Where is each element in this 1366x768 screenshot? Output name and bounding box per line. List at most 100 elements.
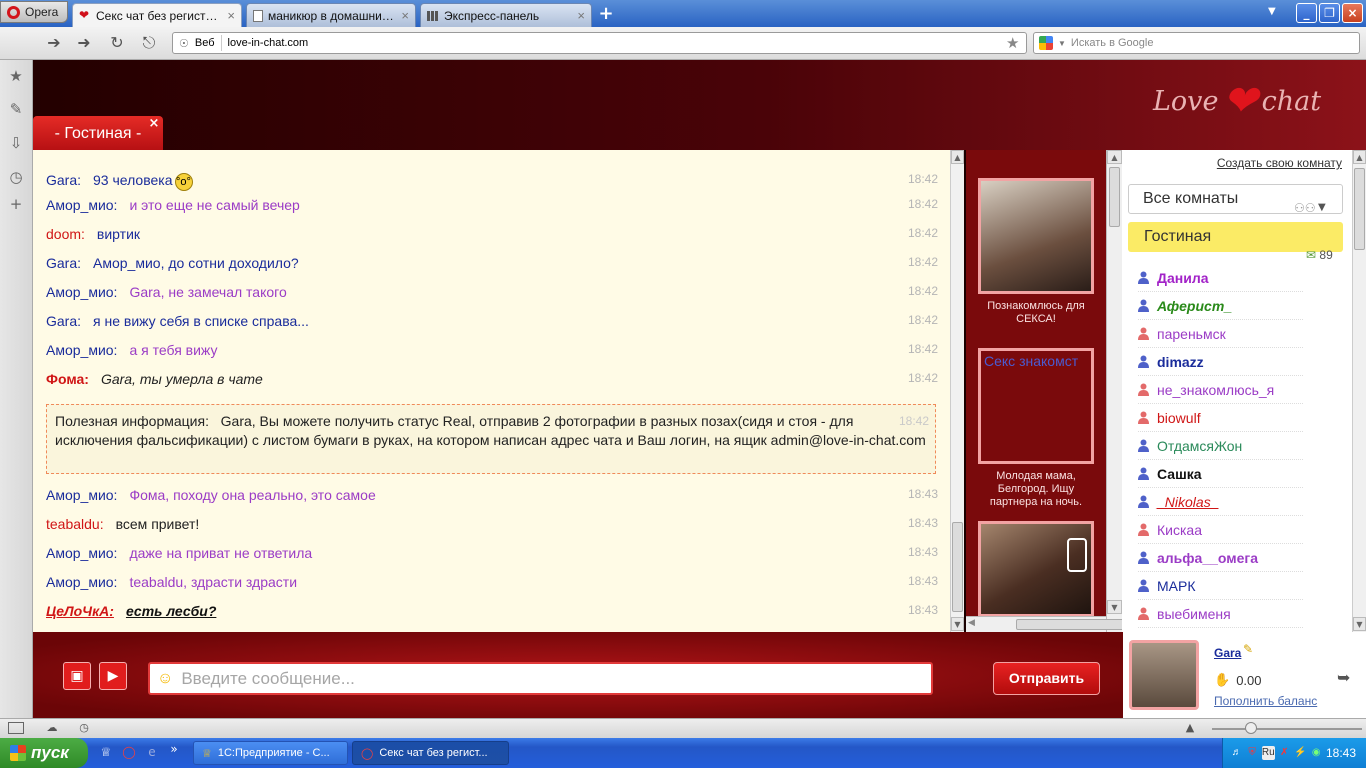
camera-photo-button[interactable]: ▣	[63, 662, 91, 690]
user-list-item[interactable]: Кискаа	[1138, 516, 1303, 544]
user-list-item[interactable]: Данила	[1138, 264, 1303, 292]
safely-remove-icon[interactable]: ⚡	[1294, 746, 1306, 760]
search-field[interactable]: ▼ Искать в Google	[1033, 32, 1360, 54]
user-name[interactable]: biowulf	[1157, 410, 1201, 426]
profile-name-link[interactable]: Gara	[1214, 646, 1241, 660]
tab-menu-chevron-icon[interactable]: ▼	[1268, 6, 1276, 17]
userlist-scroll-thumb[interactable]	[1354, 168, 1365, 250]
browser-tab[interactable]: Экспресс-панель ×	[420, 3, 592, 27]
address-field[interactable]: ☉ Веб love-in-chat.com	[172, 32, 1027, 54]
back-button[interactable]: ➔	[43, 33, 65, 53]
restore-button[interactable]: ❐	[1319, 3, 1340, 23]
video-camera-button[interactable]: ▶	[99, 662, 127, 690]
message-nick[interactable]: Амор_мио:	[46, 545, 117, 561]
scroll-up-arrow-icon[interactable]: ▲	[1107, 150, 1122, 164]
message-nick[interactable]: Амор_мио:	[46, 284, 117, 300]
ad-caption[interactable]: Познакомлюсь для СЕКСА!	[974, 300, 1098, 326]
create-room-link[interactable]: Создать свою комнату	[1217, 156, 1342, 170]
add-panel-icon[interactable]: +	[7, 195, 25, 213]
speedometer-icon[interactable]: ◷	[76, 721, 92, 735]
chevron-down-icon[interactable]: ▼	[1058, 39, 1066, 48]
quicklaunch-ie-icon[interactable]: e	[144, 745, 160, 761]
message-nick[interactable]: Gara:	[46, 255, 81, 271]
minimize-button[interactable]: _	[1296, 3, 1317, 23]
user-list-item[interactable]: МАРК	[1138, 572, 1303, 600]
user-list-item[interactable]: Сашка	[1138, 460, 1303, 488]
user-name[interactable]: не_знакомлюсь_я	[1157, 382, 1274, 398]
user-name[interactable]: Данила	[1157, 270, 1209, 286]
user-list-item[interactable]: не_знакомлюсь_я	[1138, 376, 1303, 404]
scroll-left-arrow-icon[interactable]: ◀	[968, 618, 975, 628]
new-tab-button[interactable]: +	[597, 5, 615, 23]
close-window-button[interactable]: ×	[1342, 3, 1363, 23]
message-nick[interactable]: Gara:	[46, 172, 81, 188]
avatar[interactable]	[1129, 640, 1199, 710]
quicklaunch-1c-icon[interactable]: ♕	[98, 745, 114, 761]
user-name[interactable]: Сашка	[1157, 466, 1202, 482]
user-name[interactable]: _Nikolas_	[1157, 494, 1218, 510]
message-nick[interactable]: Амор_мио:	[46, 342, 117, 358]
user-list-item[interactable]: Аферист_	[1138, 292, 1303, 320]
message-nick[interactable]: doom:	[46, 226, 85, 242]
user-name[interactable]: МАРК	[1157, 578, 1196, 594]
browser-tab[interactable]: маникюр в домашних у... ×	[246, 3, 416, 27]
chat-scroll-thumb[interactable]	[952, 522, 963, 612]
ad-image[interactable]	[978, 521, 1094, 617]
close-tab-icon[interactable]: ×	[227, 8, 235, 23]
user-list-item[interactable]: выебименя	[1138, 600, 1303, 628]
message-nick[interactable]: teabaldu:	[46, 516, 104, 532]
language-indicator[interactable]: Ru	[1261, 746, 1275, 760]
user-list-item[interactable]: biowulf	[1138, 404, 1303, 432]
notes-icon[interactable]: ✎	[7, 100, 25, 118]
zoom-up-arrow-icon[interactable]: ▲	[1182, 721, 1198, 735]
message-input[interactable]: ☺ Введите сообщение...	[148, 662, 933, 695]
scroll-down-arrow-icon[interactable]: ▼	[1353, 617, 1366, 631]
ads-hscroll-thumb[interactable]	[1016, 619, 1134, 630]
topup-link[interactable]: Пополнить баланс	[1214, 694, 1317, 708]
edit-pencil-icon[interactable]: ✎	[1243, 642, 1253, 656]
cloud-icon[interactable]: ☁	[44, 721, 60, 735]
user-list-item[interactable]: ОтдамсяЖон	[1138, 432, 1303, 460]
smiley-icon[interactable]: ☺	[157, 670, 173, 688]
ad-caption[interactable]: Молодая мама, Белгород. Ищу партнера на …	[974, 470, 1098, 509]
room-tab[interactable]: - Гостиная -	[33, 116, 163, 152]
start-button[interactable]: пуск	[0, 738, 88, 768]
browser-tab-active[interactable]: ❤ Секс чат без регистрац... ×	[72, 3, 242, 27]
user-name[interactable]: ОтдамсяЖон	[1157, 438, 1242, 454]
scroll-up-arrow-icon[interactable]: ▲	[951, 150, 964, 164]
volume-icon[interactable]: ♬	[1231, 746, 1242, 760]
panel-toggle-icon[interactable]	[8, 722, 24, 734]
ads-scroll-thumb[interactable]	[1109, 167, 1120, 227]
network-warning-icon[interactable]: ✗	[1279, 746, 1290, 760]
message-nick[interactable]: Фома:	[46, 371, 89, 387]
ads-horizontal-scrollbar[interactable]: ◀ ▶	[966, 616, 1145, 632]
ad-image[interactable]	[978, 178, 1094, 294]
user-name[interactable]: выебименя	[1157, 606, 1231, 622]
status-green-icon[interactable]: ◉	[1311, 746, 1322, 760]
opera-menu-button[interactable]: Opera	[0, 1, 68, 23]
zoom-slider-knob[interactable]	[1245, 722, 1257, 734]
scroll-down-arrow-icon[interactable]: ▼	[951, 617, 964, 631]
antivirus-shield-icon[interactable]: ⛨	[1246, 746, 1257, 760]
message-nick[interactable]: Gara:	[46, 313, 81, 329]
ads-scrollbar[interactable]: ▲ ▼	[1106, 150, 1122, 632]
close-tab-icon[interactable]: ×	[577, 8, 585, 23]
user-name[interactable]: Кискаа	[1157, 522, 1202, 538]
message-nick[interactable]: ЦеЛоЧкА:	[46, 603, 114, 619]
user-list-item[interactable]: пареньмск	[1138, 320, 1303, 348]
user-name[interactable]: альфа__омега	[1157, 550, 1258, 566]
taskbar-item[interactable]: ♕ 1С:Предприятие - С...	[193, 741, 348, 765]
chat-scrollbar[interactable]: ▲ ▼	[950, 150, 964, 632]
userlist-scrollbar[interactable]: ▲ ▼	[1352, 150, 1366, 632]
message-nick[interactable]: Амор_мио:	[46, 197, 117, 213]
forward-button[interactable]: ➜	[73, 33, 95, 53]
message-nick[interactable]: Амор_мио:	[46, 487, 117, 503]
user-name[interactable]: dimazz	[1157, 354, 1204, 370]
message-nick[interactable]: Амор_мио:	[46, 574, 117, 590]
user-list-item[interactable]: _Nikolas_	[1138, 488, 1303, 516]
chevron-down-icon[interactable]: ▼	[1318, 202, 1326, 213]
user-list-item[interactable]: альфа__омега	[1138, 544, 1303, 572]
history-clock-icon[interactable]: ◷	[7, 168, 25, 186]
user-name[interactable]: пареньмск	[1157, 326, 1226, 342]
exit-running-man-icon[interactable]: ➥	[1337, 668, 1350, 687]
